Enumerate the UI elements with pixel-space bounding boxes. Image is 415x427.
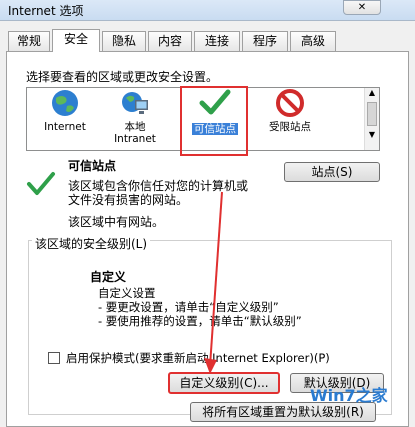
close-icon: ✕ bbox=[357, 2, 367, 13]
window-title: Internet 选项 bbox=[8, 4, 84, 18]
custom-level-title: 自定义 bbox=[90, 270, 127, 284]
tab-content[interactable]: 内容 bbox=[148, 31, 192, 51]
checkmark-icon bbox=[199, 89, 231, 115]
intranet-icon bbox=[122, 92, 148, 114]
watermark: Win7之家 bbox=[310, 386, 388, 405]
tab-programs[interactable]: 程序 bbox=[242, 31, 288, 51]
prohibited-icon bbox=[276, 89, 304, 117]
trusted-check-icon bbox=[27, 172, 55, 195]
zone-label: 可信站点 bbox=[192, 123, 238, 135]
close-button[interactable]: ✕ bbox=[343, 0, 381, 15]
globe-icon bbox=[52, 90, 78, 116]
zone-list-scrollbar[interactable]: ▲ ▼ bbox=[364, 88, 379, 150]
protected-mode-label: 启用保护模式(要求重新启动 Internet Explorer)(P) bbox=[66, 351, 330, 365]
select-zone-label: 选择要查看的区域或更改安全设置。 bbox=[26, 70, 219, 84]
selected-zone-title: 可信站点 bbox=[68, 159, 117, 173]
zone-restricted-sites[interactable]: 受限站点 bbox=[255, 88, 325, 133]
zone-label: 本地 bbox=[124, 121, 146, 133]
zone-label-line2: Intranet bbox=[114, 133, 156, 145]
tab-general[interactable]: 常规 bbox=[8, 31, 50, 51]
security-level-label: 该区域的安全级别(L) bbox=[32, 235, 151, 252]
scroll-up-icon[interactable]: ▲ bbox=[365, 88, 379, 98]
annotation-arrow bbox=[204, 191, 223, 374]
tab-advanced[interactable]: 高级 bbox=[290, 31, 336, 51]
zone-trusted-sites[interactable]: 可信站点 bbox=[180, 88, 250, 135]
zone-local-intranet[interactable]: 本地 Intranet bbox=[100, 88, 170, 145]
zone-label: Internet bbox=[44, 121, 86, 133]
sites-button[interactable]: 站点(S) bbox=[284, 162, 380, 182]
protected-mode-checkbox[interactable] bbox=[48, 352, 60, 364]
scroll-thumb[interactable] bbox=[367, 102, 377, 126]
tab-connections[interactable]: 连接 bbox=[194, 31, 240, 51]
scroll-down-icon[interactable]: ▼ bbox=[365, 130, 379, 140]
zone-has-sites-text: 该区域中有网站。 bbox=[68, 215, 165, 229]
tab-security[interactable]: 安全 bbox=[52, 29, 100, 52]
zone-label: 受限站点 bbox=[269, 121, 311, 133]
tab-privacy[interactable]: 隐私 bbox=[102, 31, 146, 51]
zone-internet[interactable]: Internet bbox=[30, 88, 100, 133]
